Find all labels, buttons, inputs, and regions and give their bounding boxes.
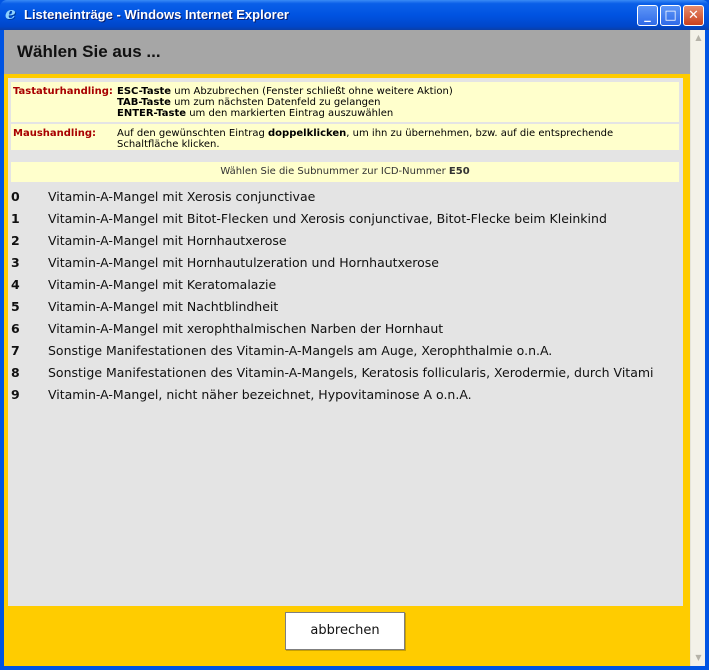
selection-panel: Tastaturhandling: ESC-Taste um Abzubrech… <box>8 78 683 606</box>
minimize-button[interactable]: _ <box>637 5 658 26</box>
keyboard-help-line: ESC-Taste um Abzubrechen (Fenster schlie… <box>117 86 453 97</box>
browser-window: e Listeneinträge - Windows Internet Expl… <box>0 0 709 670</box>
keyboard-help-line: ENTER-Taste um den markierten Eintrag au… <box>117 108 394 119</box>
page-header: Wählen Sie aus ... <box>4 30 690 74</box>
keyboard-help-label: Tastaturhandling: <box>13 86 113 97</box>
list-item[interactable]: 1 Vitamin-A-Mangel mit Bitot-Flecken und … <box>8 208 683 230</box>
list-item[interactable]: 5 Vitamin-A-Mangel mit Nachtblindheit <box>8 296 683 318</box>
keyboard-help-line: TAB-Taste um zum nächsten Datenfeld zu g… <box>117 97 381 108</box>
mouse-help-label: Maushandling: <box>13 128 97 139</box>
cancel-button[interactable]: abbrechen <box>285 612 405 650</box>
list-item[interactable]: 3 Vitamin-A-Mangel mit Hornhautulzeration… <box>8 252 683 274</box>
list-item[interactable]: 2 Vitamin-A-Mangel mit Hornhautxerose <box>8 230 683 252</box>
subnumber-heading: Wählen Sie die Subnummer zur ICD-Nummer … <box>11 162 679 182</box>
maximize-button[interactable]: □ <box>660 5 681 26</box>
page-content: Wählen Sie aus ... Tastaturhandling: ESC… <box>4 30 705 666</box>
window-title: Listeneinträge - Windows Internet Explor… <box>24 7 289 22</box>
list-item[interactable]: 7 Sonstige Manifestationen des Vitamin-A-… <box>8 340 683 362</box>
list-item[interactable]: 4 Vitamin-A-Mangel mit Keratomalazie <box>8 274 683 296</box>
icd-code: E50 <box>448 166 470 177</box>
vertical-scrollbar[interactable]: ▲ ▼ <box>690 30 705 666</box>
list-item[interactable]: 9 Vitamin-A-Mangel, nicht näher bezeichne… <box>8 384 683 406</box>
list-item[interactable]: 6 Vitamin-A-Mangel mit xerophthalmischen … <box>8 318 683 340</box>
keyboard-help: Tastaturhandling: ESC-Taste um Abzubrech… <box>11 82 679 122</box>
page-title: Wählen Sie aus ... <box>17 42 161 61</box>
keyboard-help-body: ESC-Taste um Abzubrechen (Fenster schlie… <box>117 86 677 119</box>
internet-explorer-icon: e <box>5 4 16 24</box>
close-button[interactable]: ✕ <box>683 5 704 26</box>
subnumber-list: 0 Vitamin-A-Mangel mit Xerosis conjunctiv… <box>8 186 683 406</box>
list-item[interactable]: 0 Vitamin-A-Mangel mit Xerosis conjunctiv… <box>8 186 683 208</box>
mouse-help: Maushandling: Auf den gewünschten Eintra… <box>11 124 679 150</box>
list-item[interactable]: 8 Sonstige Manifestationen des Vitamin-A-… <box>8 362 683 384</box>
title-bar[interactable]: e Listeneinträge - Windows Internet Expl… <box>0 0 709 30</box>
scroll-down-arrow-icon[interactable]: ▼ <box>692 650 705 666</box>
scroll-up-arrow-icon[interactable]: ▲ <box>692 30 705 46</box>
mouse-help-body: Auf den gewünschten Eintrag doppelklicke… <box>117 128 614 150</box>
